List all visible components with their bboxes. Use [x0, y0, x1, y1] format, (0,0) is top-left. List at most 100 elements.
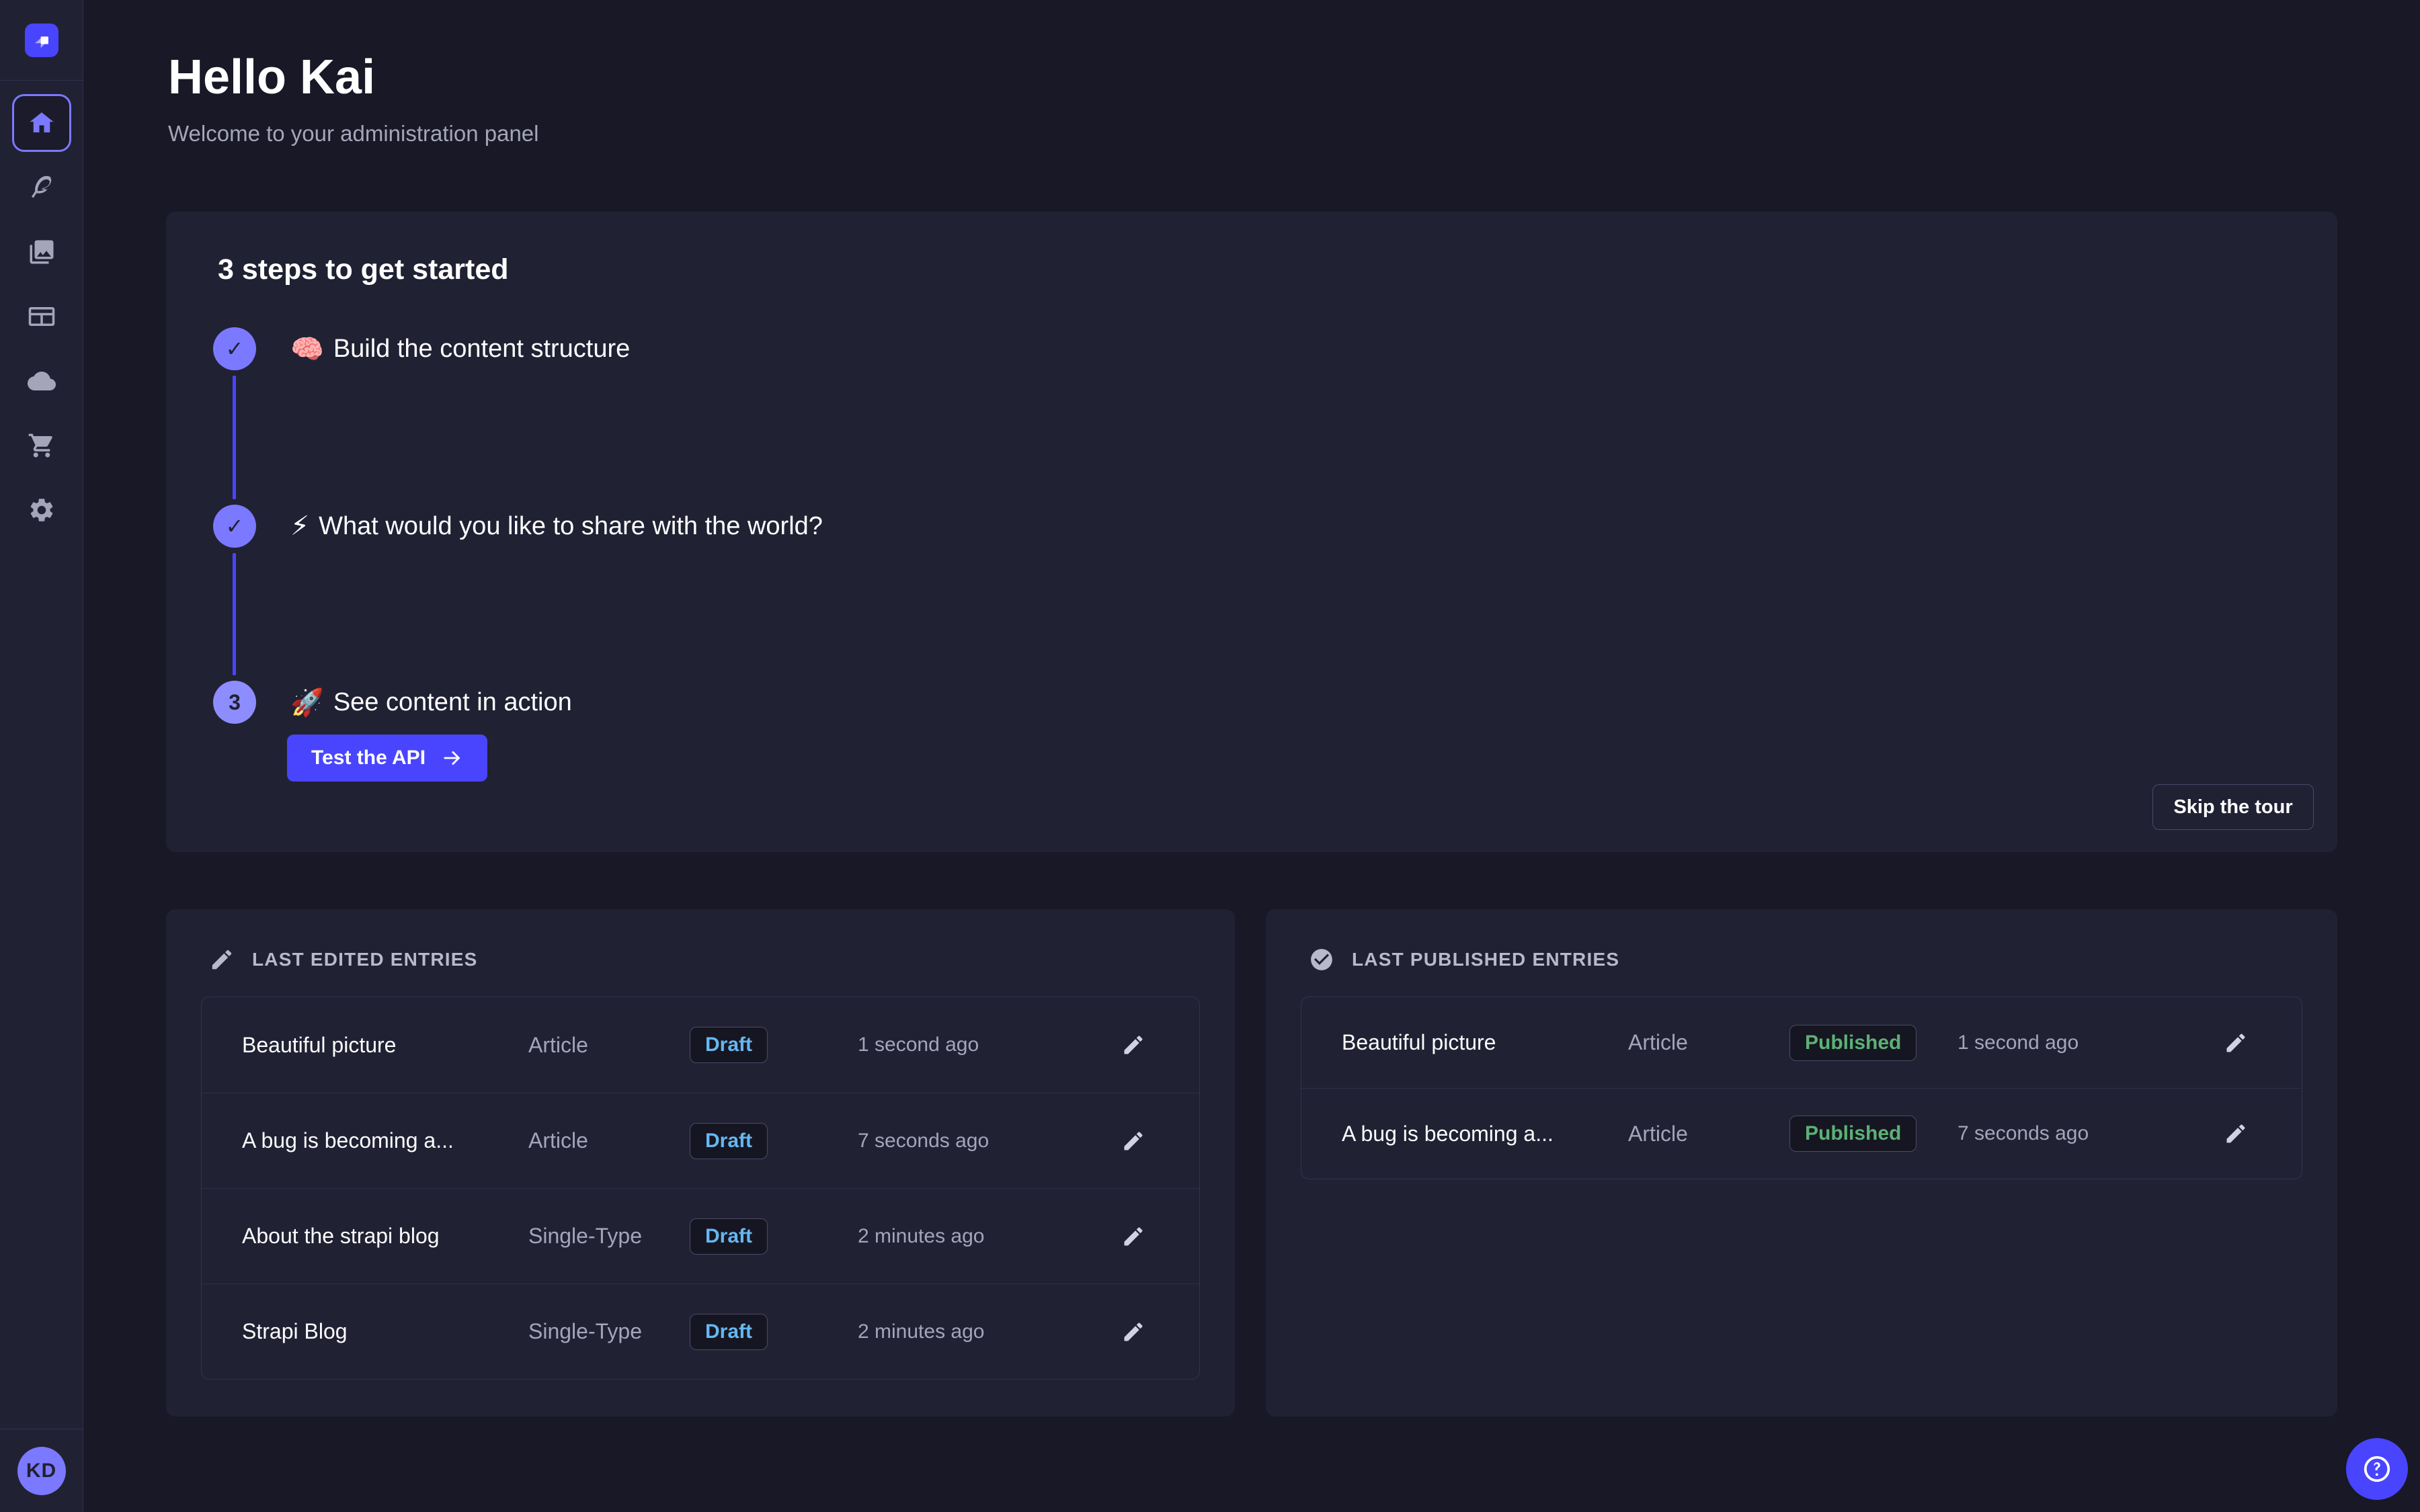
- entry-type: Article: [528, 1128, 690, 1153]
- entry-status-badge: Draft: [690, 1027, 768, 1063]
- sidebar-item-content-manager[interactable]: [12, 159, 71, 216]
- pencil-icon: [1121, 1224, 1145, 1249]
- images-icon: [28, 238, 56, 266]
- step-2-label: ⚡ What would you like to share with the w…: [290, 505, 823, 548]
- question-circle-icon: [2362, 1454, 2392, 1484]
- page-subtitle: Welcome to your administration panel: [168, 121, 539, 146]
- entry-status-badge: Published: [1789, 1116, 1917, 1152]
- edit-entry-button[interactable]: [2217, 1115, 2255, 1152]
- pencil-icon: [1121, 1033, 1145, 1057]
- entry-title: A bug is becoming a...: [242, 1128, 528, 1153]
- main-content: Hello Kai Welcome to your administration…: [84, 0, 2420, 1512]
- sidebar-item-home[interactable]: [12, 94, 71, 152]
- sidebar-nav: [12, 94, 71, 539]
- last-published-card: LAST PUBLISHED ENTRIES Beautiful picture…: [1266, 909, 2337, 1417]
- last-edited-title: LAST EDITED ENTRIES: [252, 949, 478, 970]
- entry-time: 2 minutes ago: [858, 1320, 1100, 1343]
- entry-time: 2 minutes ago: [858, 1225, 1100, 1248]
- edit-entry-button[interactable]: [1115, 1026, 1152, 1064]
- entry-time: 7 seconds ago: [858, 1130, 1100, 1152]
- step-1-text: Build the content structure: [333, 335, 630, 364]
- check-circle-icon: [1309, 947, 1334, 972]
- test-api-button[interactable]: Test the API: [287, 734, 487, 782]
- last-edited-card: LAST EDITED ENTRIES Beautiful pictureArt…: [166, 909, 1235, 1417]
- pencil-icon: [2224, 1122, 2248, 1146]
- pencil-icon: [1121, 1129, 1145, 1153]
- edit-entry-button[interactable]: [1115, 1218, 1152, 1255]
- sidebar-item-media-library[interactable]: [12, 223, 71, 281]
- strapi-logo[interactable]: [25, 24, 58, 57]
- sidebar-item-marketplace[interactable]: [12, 417, 71, 474]
- step-3-label: 🚀 See content in action: [290, 681, 572, 724]
- step-3-marker: 3: [213, 681, 256, 724]
- step-2-emoji-icon: ⚡: [290, 511, 309, 542]
- entry-time: 7 seconds ago: [1958, 1122, 2200, 1145]
- entry-time: 1 second ago: [1958, 1032, 2200, 1054]
- step-2-text: What would you like to share with the wo…: [319, 512, 823, 541]
- entry-type: Single-Type: [528, 1319, 690, 1344]
- entry-type: Article: [1628, 1122, 1789, 1146]
- table-row: Beautiful pictureArticleDraft 1 second ag…: [202, 997, 1199, 1093]
- entry-status-badge: Published: [1789, 1025, 1917, 1061]
- feather-icon: [28, 173, 56, 202]
- sidebar: KD: [0, 0, 83, 1512]
- step-1-emoji-icon: 🧠: [290, 333, 324, 365]
- entry-type: Article: [1628, 1030, 1789, 1055]
- step-3-emoji-icon: 🚀: [290, 687, 324, 718]
- strapi-logo-glyph: [30, 29, 53, 52]
- sidebar-item-settings[interactable]: [12, 481, 71, 539]
- last-edited-table: Beautiful pictureArticleDraft1 second ag…: [201, 997, 1200, 1380]
- entry-title: Beautiful picture: [242, 1033, 528, 1058]
- last-published-title: LAST PUBLISHED ENTRIES: [1352, 949, 1619, 970]
- sidebar-bottom: KD: [0, 1429, 83, 1512]
- home-icon: [28, 109, 56, 137]
- page-header: Hello Kai Welcome to your administration…: [168, 47, 539, 146]
- edit-entry-button[interactable]: [1115, 1122, 1152, 1160]
- entry-status-badge: Draft: [690, 1218, 768, 1255]
- arrow-right-icon: [440, 747, 463, 769]
- entry-type: Article: [528, 1033, 690, 1058]
- step-3-text: See content in action: [333, 688, 572, 717]
- user-avatar[interactable]: KD: [17, 1447, 66, 1495]
- pencil-icon: [209, 947, 235, 972]
- step-1-marker: ✓: [213, 327, 256, 370]
- entry-title: Strapi Blog: [242, 1319, 528, 1344]
- onboarding-card: 3 steps to get started ✓ 🧠 Build the conte…: [166, 212, 2337, 852]
- strapi-admin-home: KD Hello Kai Welcome to your administrat…: [0, 0, 2420, 1512]
- entry-status-badge: Draft: [690, 1123, 768, 1159]
- last-published-header: LAST PUBLISHED ENTRIES: [1309, 946, 1619, 974]
- sidebar-item-cloud[interactable]: [12, 352, 71, 410]
- entry-title: About the strapi blog: [242, 1224, 528, 1249]
- cloud-icon: [28, 367, 56, 395]
- pencil-icon: [2224, 1031, 2248, 1055]
- table-row: About the strapi blogSingle-TypeDraft 2 m…: [202, 1188, 1199, 1284]
- table-row: A bug is becoming a...ArticleDraft 7 seco…: [202, 1093, 1199, 1188]
- test-api-label: Test the API: [311, 747, 426, 769]
- page-title: Hello Kai: [168, 47, 539, 108]
- entry-title: A bug is becoming a...: [1342, 1122, 1628, 1146]
- entry-time: 1 second ago: [858, 1034, 1100, 1056]
- sidebar-item-content-type-builder[interactable]: [12, 288, 71, 345]
- skip-tour-button[interactable]: Skip the tour: [2152, 784, 2314, 830]
- step-connector: [233, 553, 236, 675]
- last-published-table: Beautiful pictureArticlePublished1 secon…: [1301, 997, 2302, 1179]
- entry-status-badge: Draft: [690, 1314, 768, 1350]
- cart-icon: [28, 431, 56, 460]
- help-button[interactable]: [2346, 1438, 2408, 1500]
- entry-type: Single-Type: [528, 1224, 690, 1249]
- pencil-icon: [1121, 1320, 1145, 1344]
- step-connector: [233, 376, 236, 499]
- onboarding-title: 3 steps to get started: [218, 253, 509, 286]
- edit-entry-button[interactable]: [1115, 1313, 1152, 1351]
- step-2-marker: ✓: [213, 505, 256, 548]
- edit-entry-button[interactable]: [2217, 1024, 2255, 1062]
- table-row: Strapi BlogSingle-TypeDraft 2 minutes ago: [202, 1284, 1199, 1379]
- layout-icon: [28, 302, 56, 331]
- table-row: A bug is becoming a...ArticlePublished 7 …: [1301, 1088, 2302, 1179]
- entry-title: Beautiful picture: [1342, 1030, 1628, 1055]
- gear-icon: [28, 496, 56, 524]
- last-edited-header: LAST EDITED ENTRIES: [209, 946, 478, 974]
- sidebar-divider-top: [0, 80, 83, 81]
- table-row: Beautiful pictureArticlePublished 1 secon…: [1301, 997, 2302, 1088]
- step-1-label: 🧠 Build the content structure: [290, 327, 630, 370]
